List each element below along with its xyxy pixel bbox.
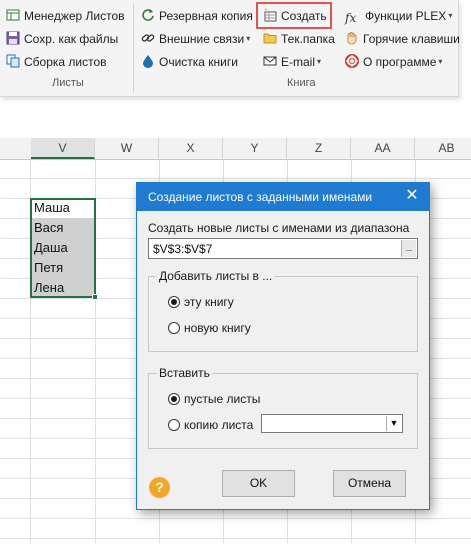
insert-group-title: Вставить (157, 366, 212, 380)
assemble-sheets-button[interactable]: Сборка листов (6, 51, 107, 71)
this-book-label: эту книгу (184, 295, 234, 309)
clean-book-label: Очистка книги (159, 54, 238, 69)
plex-functions-label: Функции PLEX (365, 8, 447, 23)
range-input[interactable]: $V$3:$V$7 _ (148, 238, 418, 259)
sheet-manager-button[interactable]: Менеджер Листов (6, 5, 125, 25)
external-links-label: Внешние связи (159, 31, 245, 46)
grid-line (0, 178, 471, 179)
hotkeys-button[interactable]: Горячие клавиши (345, 28, 460, 48)
backup-button[interactable]: Резервная копия (141, 5, 253, 25)
folder-icon (263, 31, 277, 45)
current-folder-label: Тек.папка (281, 31, 335, 46)
column-header-x[interactable]: X (159, 138, 223, 159)
range-select-button[interactable]: _ (401, 240, 416, 257)
save-as-files-label: Сохр. как файлы (24, 31, 119, 46)
range-value: $V$3:$V$7 (153, 242, 213, 256)
dialog-title-bar[interactable]: Создание листов с заданными именами ✕ (137, 183, 429, 211)
email-label: E-mail (281, 54, 316, 69)
column-header-z[interactable]: Z (287, 138, 351, 159)
assemble-sheets-icon (6, 54, 20, 68)
ok-button[interactable]: OK (222, 470, 295, 497)
chevron-down-icon: ▾ (246, 33, 251, 43)
copy-sheet-radio[interactable] (168, 419, 180, 431)
empty-sheets-radio[interactable] (168, 393, 180, 405)
column-header-aa[interactable]: AA (351, 138, 415, 159)
clean-icon (141, 54, 155, 68)
help-icon[interactable]: ? (149, 477, 170, 498)
current-folder-button[interactable]: Тек.папка (263, 28, 335, 48)
add-sheets-groupbox: Добавить листы в ... эту книгу новую кни… (148, 269, 418, 352)
empty-sheets-label: пустые листы (184, 392, 261, 406)
column-header-v[interactable]: V (31, 138, 95, 159)
column-header-w[interactable]: W (95, 138, 159, 159)
sheet-select-combo[interactable]: ▼ (261, 414, 403, 433)
cancel-button[interactable]: Отмена (333, 470, 406, 497)
create-highlight (256, 2, 332, 29)
external-links-button[interactable]: Внешние связи ▾ (141, 28, 250, 48)
assemble-sheets-label: Сборка листов (24, 54, 107, 69)
email-button[interactable]: E-mail ▾ (263, 51, 321, 71)
about-label: О программе (363, 54, 437, 69)
group-separator (133, 4, 134, 92)
close-icon[interactable]: ✕ (403, 187, 421, 205)
backup-label: Резервная копия (159, 8, 253, 23)
backup-icon (141, 8, 155, 22)
new-book-label: новую книгу (184, 321, 251, 335)
new-book-radio[interactable] (168, 322, 180, 334)
create-sheets-dialog: Создание листов с заданными именами ✕ Со… (136, 182, 430, 510)
clean-book-button[interactable]: Очистка книги (141, 51, 238, 71)
ribbon: Менеджер Листов Сохр. как файлы Сборка л… (0, 0, 460, 97)
sheet-manager-label: Менеджер Листов (24, 8, 125, 23)
plex-functions-button[interactable]: fx Функции PLEX ▾ (345, 5, 452, 25)
sheet-manager-icon (6, 8, 20, 22)
fill-handle[interactable] (92, 294, 98, 300)
add-sheets-group-title: Добавить листы в ... (157, 269, 275, 283)
column-header-ab[interactable]: AB (415, 138, 471, 159)
chevron-down-icon: ▾ (448, 10, 453, 20)
column-header-row: V W X Y Z AA AB (0, 138, 471, 160)
hotkeys-label: Горячие клавиши (363, 31, 460, 46)
links-icon (141, 31, 155, 45)
email-icon (263, 54, 277, 68)
chevron-down-icon: ▾ (438, 56, 443, 66)
this-book-radio[interactable] (168, 296, 180, 308)
chevron-down-icon: ▾ (317, 56, 322, 66)
hotkeys-icon (345, 31, 359, 45)
insert-groupbox: Вставить пустые листы копию листа (148, 366, 418, 449)
column-header-y[interactable]: Y (223, 138, 287, 159)
about-icon (345, 53, 359, 68)
range-label: Создать новые листы с именами из диапазо… (148, 221, 410, 235)
selection-border (30, 198, 96, 298)
fx-icon: fx (345, 10, 357, 25)
chevron-down-icon[interactable]: ▼ (386, 416, 401, 431)
about-button[interactable]: О программе ▾ (345, 51, 442, 71)
dialog-title: Создание листов с заданными именами (148, 190, 373, 204)
book-group-label: Книга (287, 77, 316, 89)
sheets-group-label: Листы (52, 77, 84, 89)
save-as-files-button[interactable]: Сохр. как файлы (6, 28, 118, 48)
copy-sheet-label: копию листа (184, 418, 254, 432)
grid-line (0, 538, 471, 539)
save-files-icon (6, 31, 20, 45)
grid-line (0, 518, 471, 519)
